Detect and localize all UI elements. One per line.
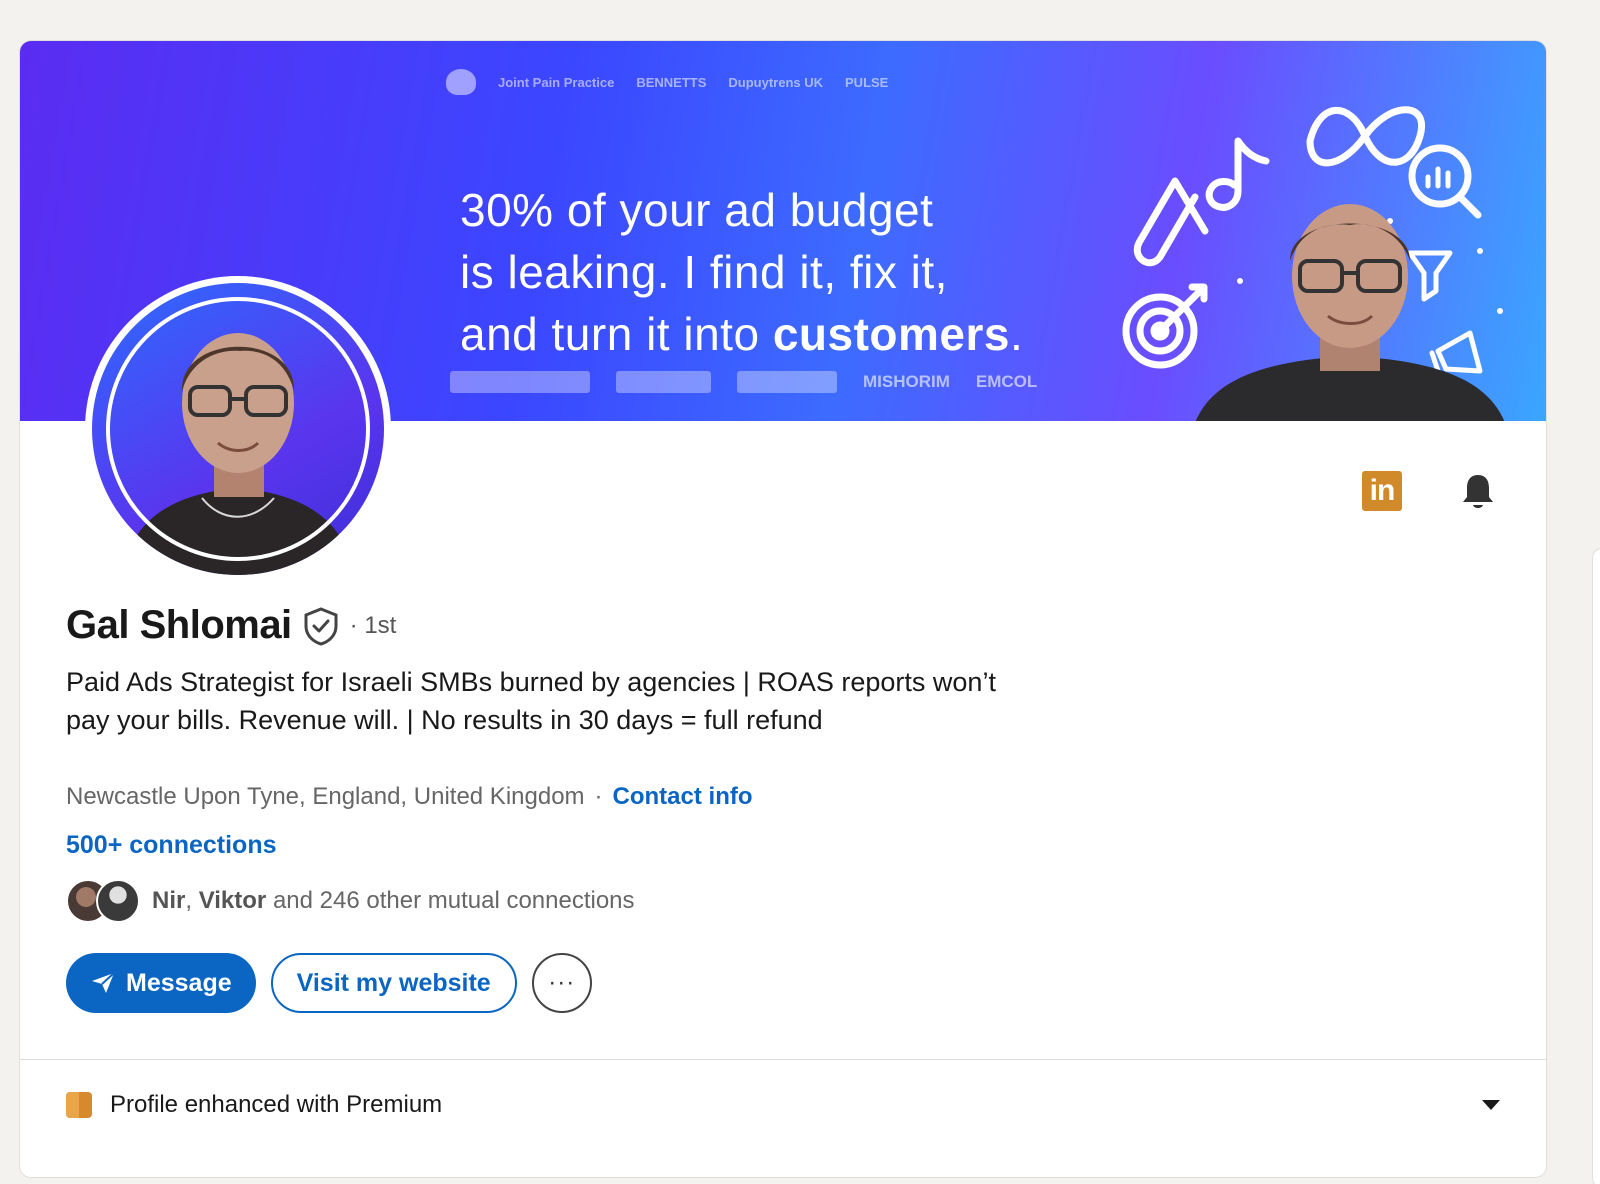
banner-logo: EMCOL: [975, 372, 1038, 391]
caret-down-icon[interactable]: [1480, 1098, 1502, 1112]
message-label: Message: [126, 968, 232, 997]
bell-icon[interactable]: [1458, 471, 1498, 511]
profile-name: Gal Shlomai: [66, 603, 292, 647]
banner-logo: BENNETTS: [636, 74, 707, 90]
mutual-rest: and 246 other mutual connections: [266, 887, 635, 914]
visit-website-button[interactable]: Visit my website: [270, 953, 517, 1013]
banner-headline-bold: customers: [772, 308, 1010, 360]
profile-location: Newcastle Upon Tyne, England, United Kin…: [66, 783, 585, 810]
banner-client-logos-bottom: MISHORIM EMCOL: [450, 371, 1037, 393]
mutual-name: Nir: [152, 887, 186, 914]
contact-info-link[interactable]: Contact info: [613, 783, 753, 811]
meta-logo-icon: [1306, 106, 1426, 167]
banner-logo-placeholder: [450, 371, 590, 393]
name-row: Gal Shlomai · 1st: [66, 603, 396, 648]
mutual-separator: ,: [185, 887, 199, 914]
avatar: [96, 879, 140, 923]
banner-headline-text: and turn it into: [460, 308, 773, 360]
banner-logo: PULSE: [845, 74, 889, 90]
location-row: Newcastle Upon Tyne, England, United Kin…: [66, 783, 753, 811]
mutual-name: Viktor: [198, 887, 267, 914]
premium-row[interactable]: Profile enhanced with Premium: [66, 1091, 1502, 1119]
premium-label: Profile enhanced with Premium: [110, 1091, 443, 1118]
premium-badge-icon: [66, 1092, 92, 1118]
more-button[interactable]: ···: [531, 953, 592, 1013]
profile-card: Joint Pain Practice BENNETTS Dupuytrens …: [19, 40, 1547, 1178]
profile-action-buttons: Message Visit my website ···: [66, 953, 592, 1013]
profile-top-actions: in: [1362, 471, 1498, 511]
profile-avatar[interactable]: [85, 276, 391, 582]
linkedin-premium-icon[interactable]: in: [1362, 471, 1402, 511]
send-icon: [92, 972, 115, 993]
verified-shield-icon[interactable]: [302, 606, 340, 646]
banner-logo-placeholder: [616, 371, 711, 393]
banner-logo-placeholder: [737, 371, 837, 393]
banner-client-logos-top: Joint Pain Practice BENNETTS Dupuytrens …: [446, 69, 888, 95]
banner-headline: 30% of your ad budget is leaking. I find…: [460, 179, 1023, 365]
banner-headline-line: 30% of your ad budget: [460, 184, 934, 236]
location-separator: ·: [594, 783, 603, 810]
connections-link[interactable]: 500+ connections: [66, 831, 277, 860]
mutual-connections[interactable]: Nir, Viktor and 246 other mutual connect…: [66, 879, 635, 923]
heart-logo-icon: [446, 69, 476, 95]
mutual-text: Nir, Viktor and 246 other mutual connect…: [152, 887, 635, 915]
mutual-avatars: [66, 879, 142, 923]
visit-website-label: Visit my website: [296, 968, 491, 997]
avatar-photo: [92, 283, 384, 575]
divider: [20, 1059, 1546, 1060]
banner-headline-line: and turn it into customers.: [460, 303, 1023, 365]
banner-headline-period: .: [1009, 308, 1024, 360]
profile-headline: Paid Ads Strategist for Israeli SMBs bur…: [66, 667, 996, 735]
banner-logo: Joint Pain Practice: [498, 74, 615, 90]
banner-logo: Dupuytrens UK: [728, 74, 824, 90]
avatar-inner-ring: [106, 297, 370, 561]
connection-degree: · 1st: [349, 611, 397, 639]
more-icon: ···: [548, 969, 576, 996]
banner-logo: MISHORIM: [863, 372, 950, 391]
message-button[interactable]: Message: [66, 953, 256, 1013]
banner-headline-line: is leaking. I find it, fix it,: [460, 246, 948, 298]
banner-person-photo: [1195, 204, 1505, 421]
side-panel: [1592, 548, 1600, 1184]
